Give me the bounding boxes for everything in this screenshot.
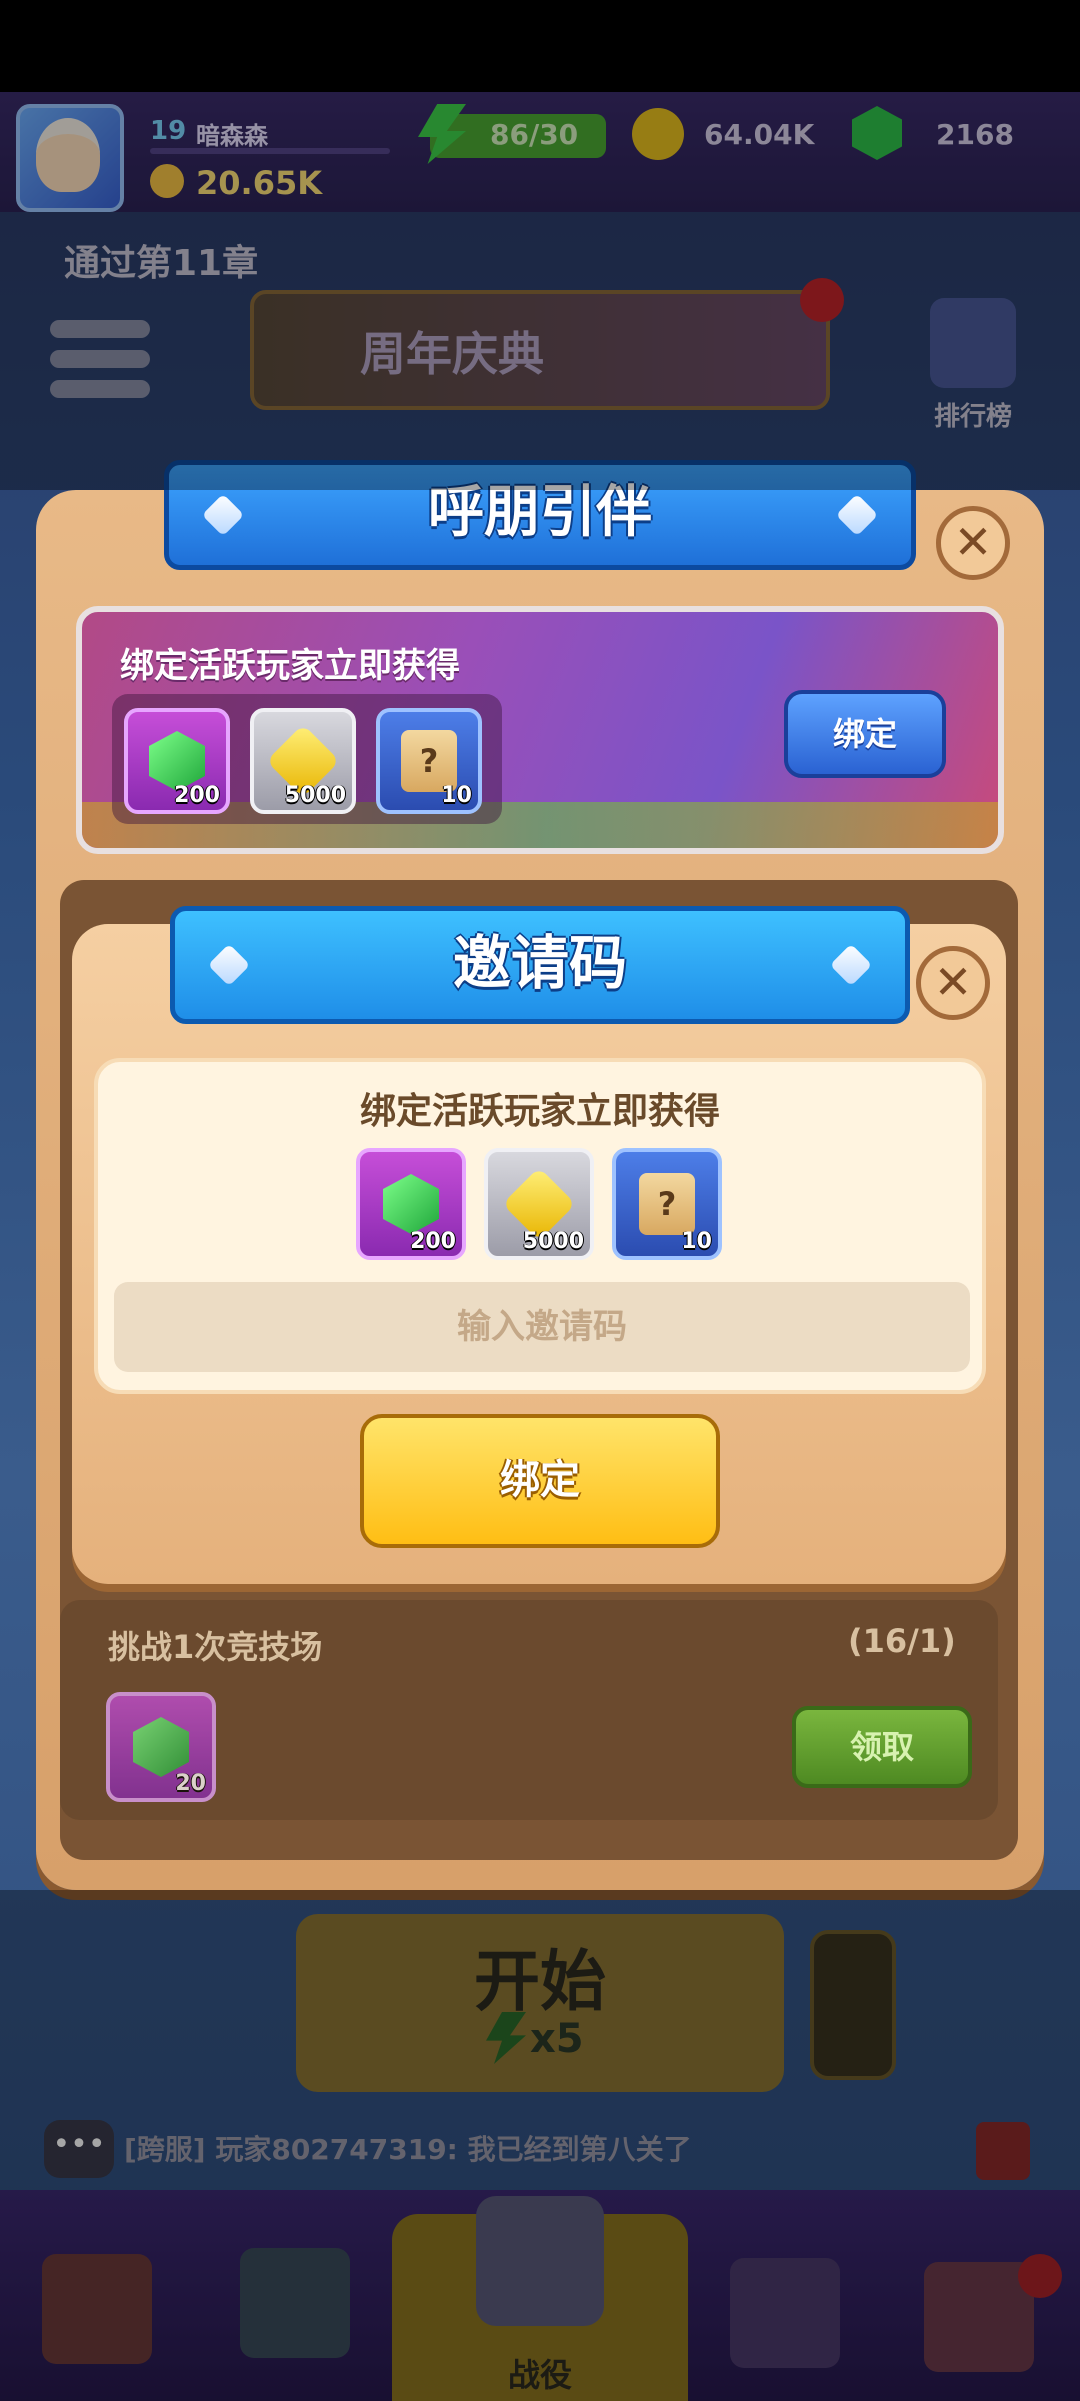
bind-button[interactable]: 绑定 bbox=[360, 1414, 720, 1548]
invite-code-input[interactable] bbox=[114, 1282, 970, 1372]
start-label: 开始 bbox=[474, 1943, 606, 2020]
reward-qty: 200 bbox=[174, 783, 220, 808]
gems-value: 2168 bbox=[936, 118, 1014, 151]
task-title: 挑战1次竞技场 bbox=[108, 1628, 323, 1666]
gem-icon bbox=[133, 1717, 189, 1777]
xp-bar bbox=[150, 148, 390, 154]
modal-title: 呼朋引伴 bbox=[428, 480, 652, 545]
power-icon bbox=[150, 164, 184, 198]
modal-title-ribbon: 呼朋引伴 bbox=[164, 460, 916, 570]
banner-reward-gem: 200 bbox=[124, 708, 230, 814]
banner-text: 绑定活跃玩家立即获得 bbox=[120, 646, 460, 686]
chat-message: [跨服] 玩家802747319: 我已经到第八关了 bbox=[124, 2133, 692, 2166]
invite-title: 邀请码 bbox=[452, 929, 627, 997]
reward-qty: 5000 bbox=[522, 1229, 584, 1254]
reward-qty: 20 bbox=[175, 1771, 206, 1796]
chat-icon[interactable]: ••• bbox=[44, 2120, 114, 2178]
invite-reward-scroll: ? 10 bbox=[612, 1148, 722, 1260]
banner-bind-button[interactable]: 绑定 bbox=[784, 690, 946, 778]
avatar-face-icon bbox=[36, 118, 100, 192]
gold-value: 64.04K bbox=[704, 118, 815, 151]
helmet-down-button[interactable] bbox=[810, 1930, 896, 2080]
player-name: 暗森森 bbox=[196, 122, 268, 150]
notification-badge bbox=[800, 278, 844, 322]
invite-reward-gem: 200 bbox=[356, 1148, 466, 1260]
gem-icon bbox=[383, 1174, 439, 1234]
banner-reward-scroll: ? 10 bbox=[376, 708, 482, 814]
shop-icon[interactable] bbox=[42, 2254, 152, 2364]
anniversary-label: 周年庆典 bbox=[360, 327, 544, 381]
battle-icon bbox=[476, 2196, 604, 2326]
reward-qty: 10 bbox=[681, 1229, 712, 1254]
claim-button[interactable]: 领取 bbox=[792, 1706, 972, 1788]
leaderboard-label: 排行榜 bbox=[934, 402, 1013, 432]
invite-close-button[interactable]: ✕ bbox=[916, 946, 990, 1020]
trophy-icon[interactable] bbox=[730, 2258, 840, 2368]
reward-qty: 10 bbox=[441, 783, 472, 808]
power-value: 20.65K bbox=[196, 164, 323, 202]
modal-close-button[interactable]: ✕ bbox=[936, 506, 1010, 580]
gold-icon bbox=[632, 108, 684, 160]
scroll-icon: ? bbox=[639, 1173, 695, 1235]
banner-reward-coin: 5000 bbox=[250, 708, 356, 814]
reward-qty: 5000 bbox=[284, 783, 346, 808]
armor-icon[interactable] bbox=[240, 2248, 350, 2358]
nav-battle-label: 战役 bbox=[507, 2356, 572, 2394]
invite-reward-coin: 5000 bbox=[484, 1148, 594, 1260]
energy-value: 86/30 bbox=[490, 118, 579, 151]
task-reward-gem: 20 bbox=[106, 1692, 216, 1802]
notification-badge bbox=[1018, 2254, 1062, 2298]
chapter-text: 通过第11章 bbox=[64, 243, 259, 284]
start-cost: x5 bbox=[530, 2016, 584, 2062]
leaderboard-icon[interactable] bbox=[930, 298, 1016, 388]
gift-icon[interactable] bbox=[976, 2122, 1030, 2180]
task-progress: (16/1) bbox=[848, 1622, 956, 1660]
invite-title-ribbon: 邀请码 bbox=[170, 906, 910, 1024]
menu-icon[interactable] bbox=[50, 320, 150, 400]
invite-subtitle: 绑定活跃玩家立即获得 bbox=[359, 1091, 720, 1132]
gem-icon bbox=[149, 731, 205, 791]
player-level: 19 bbox=[150, 116, 187, 146]
reward-qty: 200 bbox=[410, 1229, 456, 1254]
